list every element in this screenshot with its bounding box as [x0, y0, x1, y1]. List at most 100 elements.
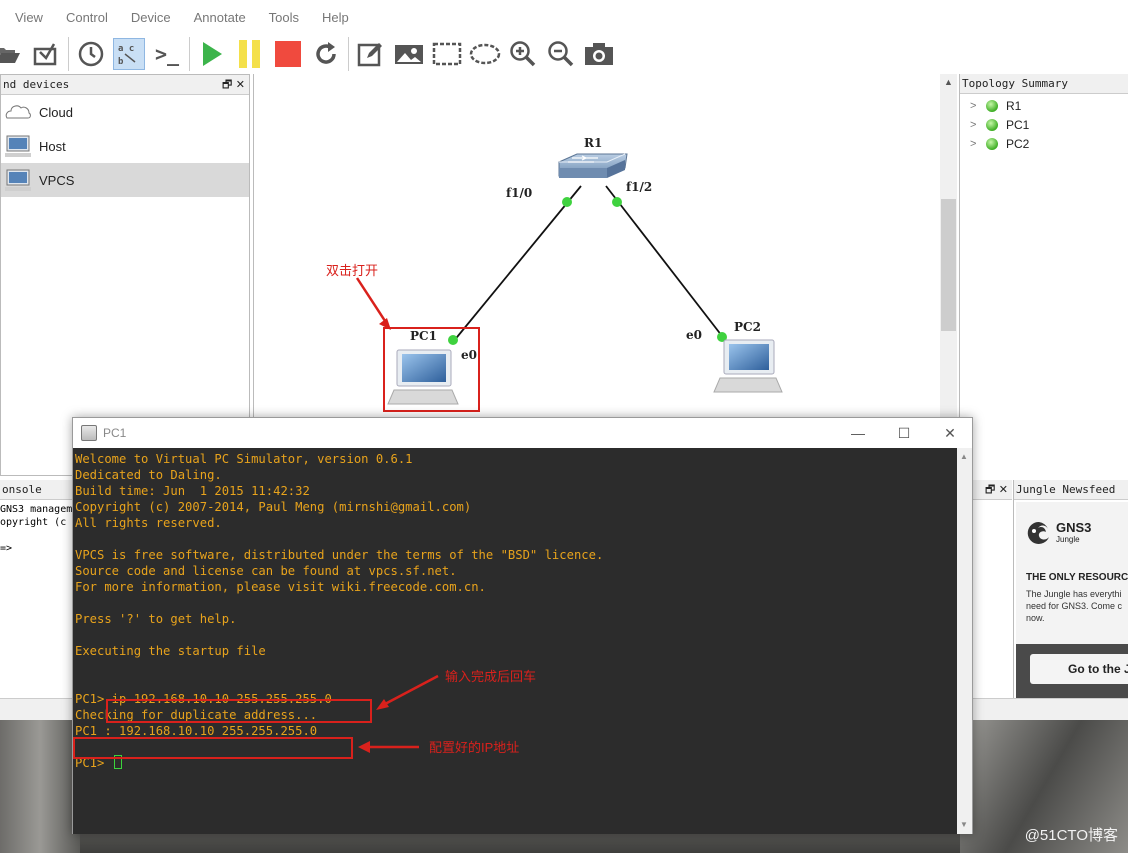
pc2-port-label: e0: [686, 328, 702, 342]
pc2-label: PC2: [734, 320, 761, 334]
zoom-out-button[interactable]: [545, 38, 577, 70]
maximize-button[interactable]: ☐: [882, 418, 926, 448]
jungle-headline: THE ONLY RESOURC: [1026, 572, 1128, 583]
port-dot-f1-2: [612, 197, 622, 207]
annotation-press-enter: 输入完成后回车: [445, 669, 537, 684]
status-led-icon: [986, 99, 998, 112]
menu-bar: View Control Device Annotate Tools Help: [0, 0, 1128, 34]
device-item-vpcs[interactable]: VPCS: [1, 163, 249, 197]
save-icon: [33, 43, 57, 66]
pause-icon: [239, 40, 260, 68]
terminal-scrollbar[interactable]: ▲ ▼: [957, 448, 972, 834]
chameleon-icon: [1027, 521, 1049, 544]
devices-panel-title: nd devices 🗗 ✕: [1, 75, 249, 95]
insert-picture-button[interactable]: [393, 38, 425, 70]
add-note-button[interactable]: [355, 38, 387, 70]
router-port-label-right: f1/2: [626, 180, 653, 194]
stop-icon: [275, 41, 301, 67]
interface-labels-icon: a c b: [118, 44, 136, 67]
close-button[interactable]: ✕: [928, 418, 972, 448]
menu-annotate[interactable]: Annotate: [194, 10, 246, 25]
dock-controls[interactable]: 🗗 ✕: [985, 480, 1008, 499]
reload-all-button[interactable]: [310, 38, 342, 70]
scroll-up-arrow[interactable]: ▲: [944, 77, 953, 87]
camera-icon: [585, 43, 613, 65]
toolbar-separator: [189, 37, 190, 71]
draw-ellipse-button[interactable]: [469, 38, 501, 70]
pc1-highlight-box: [383, 327, 480, 412]
zoom-in-icon: [510, 41, 536, 67]
console-dock-title: onsole: [0, 480, 74, 500]
topology-item-pc2[interactable]: > PC2: [960, 134, 1128, 153]
canvas-scrollbar[interactable]: ▲: [940, 74, 957, 419]
annotation-arrows: [358, 674, 439, 753]
ellipse-icon: [469, 43, 501, 65]
folder-open-icon: [0, 48, 20, 63]
computer-icon: [5, 169, 31, 191]
menu-help[interactable]: Help: [322, 10, 349, 25]
open-project-button[interactable]: [0, 38, 24, 70]
zoom-in-button[interactable]: [507, 38, 539, 70]
menu-control[interactable]: Control: [66, 10, 108, 25]
terminal-output[interactable]: Welcome to Virtual PC Simulator, version…: [73, 448, 957, 834]
console-icon: >_: [154, 42, 180, 66]
draw-rectangle-button[interactable]: [431, 38, 463, 70]
chevron-right-icon[interactable]: >: [970, 119, 986, 131]
devices-panel: nd devices 🗗 ✕ Cloud Host VPCS: [0, 74, 250, 476]
dock-controls[interactable]: 🗗 ✕: [222, 75, 245, 94]
svg-text:b: b: [118, 57, 124, 67]
console-all-button[interactable]: >_: [151, 38, 183, 70]
pc1-window-titlebar[interactable]: PC1 — ☐ ✕: [73, 418, 972, 448]
topology-summary-title: Topology Summary: [960, 74, 1128, 94]
menu-tools[interactable]: Tools: [269, 10, 299, 25]
edit-note-icon: [357, 43, 382, 67]
topology-canvas[interactable]: R1 f1/0 f1/2 PC1 e0 PC2 e0 双击打开: [253, 74, 957, 419]
chevron-right-icon[interactable]: >: [970, 138, 986, 150]
console-dock: onsole GNS3 manageme opyright (c =>: [0, 480, 78, 698]
snapshot-button[interactable]: [75, 38, 107, 70]
link-r1-pc1: [452, 185, 582, 343]
mid-dock: 🗗 ✕: [972, 480, 1012, 698]
picture-icon: [395, 45, 423, 64]
show-interface-labels-button[interactable]: a c b: [113, 38, 145, 70]
pc1-window-title: PC1: [103, 426, 127, 440]
cloud-icon: [5, 105, 31, 119]
status-led-icon: [986, 118, 998, 131]
status-led-icon: [986, 137, 998, 150]
stop-all-button[interactable]: [272, 38, 304, 70]
menu-device[interactable]: Device: [131, 10, 171, 25]
topology-item-r1[interactable]: > R1: [960, 96, 1128, 115]
annotation-double-click: 双击打开: [326, 263, 379, 278]
scroll-down-arrow[interactable]: ▼: [960, 820, 968, 829]
annotation-arrow-pc1: [355, 277, 389, 325]
topology-item-pc1[interactable]: > PC1: [960, 115, 1128, 134]
rectangle-icon: [432, 42, 462, 66]
play-icon: [203, 42, 222, 66]
jungle-newsfeed-title: Jungle Newsfeed: [1014, 480, 1128, 500]
canvas-scroll-thumb[interactable]: [941, 199, 956, 331]
router-r1-icon: [558, 153, 628, 178]
toolbar-separator: [348, 37, 349, 71]
device-item-cloud[interactable]: Cloud: [1, 95, 249, 129]
clock-icon: [78, 41, 104, 67]
toolbar: a c b >_: [0, 34, 1128, 74]
gns3-jungle-logo: GNS3 Jungle: [1026, 520, 1091, 548]
minimize-button[interactable]: —: [836, 418, 880, 448]
save-project-button[interactable]: [30, 38, 62, 70]
scroll-up-arrow[interactable]: ▲: [960, 452, 968, 461]
router-label: R1: [584, 136, 603, 150]
zoom-out-icon: [548, 41, 574, 67]
device-item-host[interactable]: Host: [1, 129, 249, 163]
reload-icon: [316, 42, 336, 64]
menu-view[interactable]: View: [15, 10, 43, 25]
suspend-all-button[interactable]: [234, 38, 266, 70]
topology-drawing: [355, 153, 783, 405]
start-all-button[interactable]: [196, 38, 228, 70]
pc1-console-window: PC1 — ☐ ✕ Welcome to Virtual PC Simulato…: [72, 417, 973, 834]
screenshot-button[interactable]: [583, 38, 615, 70]
console-dock-output[interactable]: GNS3 manageme opyright (c =>: [0, 500, 78, 555]
computer-icon: [5, 135, 31, 157]
watermark: @51CTO博客: [1024, 827, 1118, 844]
go-to-jungle-button[interactable]: Go to the J: [1030, 654, 1128, 684]
chevron-right-icon[interactable]: >: [970, 100, 986, 112]
